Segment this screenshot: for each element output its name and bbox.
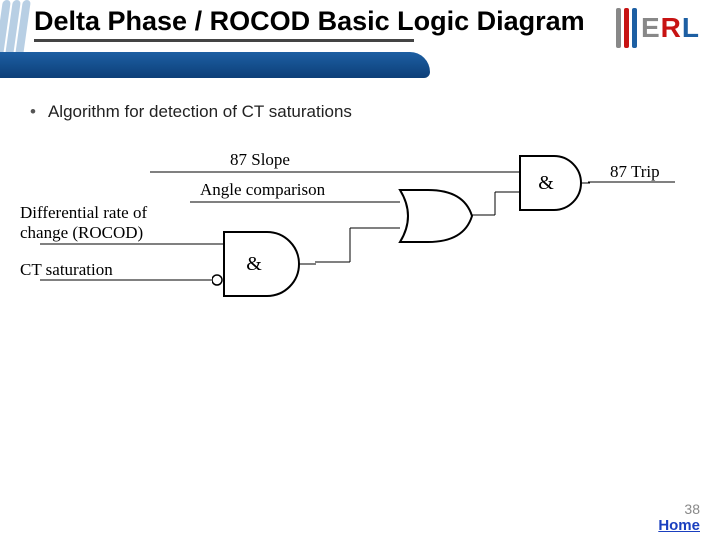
erl-logo: E R L [616,8,700,48]
title-underline [34,39,414,42]
page-number: 38 [658,501,700,517]
logo-bars-icon [616,8,637,48]
gate-and1-text: & [246,253,262,275]
gate-and2: & [518,154,598,214]
bullet-text: Algorithm for detection of CT saturation… [48,102,352,122]
signal-slope: 87 Slope [230,150,290,170]
signal-rocod-1: Differential rate of [20,203,147,223]
gate-or [398,188,478,244]
signal-ctsat: CT saturation [20,260,113,280]
logo-letter-r: R [661,12,682,44]
footer: 38 Home [658,501,700,534]
title-block: Delta Phase / ROCOD Basic Logic Diagram [34,6,590,42]
signal-angle: Angle comparison [200,180,325,200]
home-link[interactable]: Home [658,517,700,534]
signal-rocod-2: change (ROCOD) [20,223,143,243]
bullet-row: • Algorithm for detection of CT saturati… [30,102,352,122]
bullet-dot-icon: • [30,102,36,122]
logo-letter-l: L [682,12,700,44]
header-swoosh [0,52,430,78]
gate-and2-text: & [538,172,554,194]
logo-letter-e: E [641,12,661,44]
logic-diagram: 87 Slope Angle comparison Differential r… [40,150,680,350]
signal-trip: 87 Trip [610,162,660,182]
page-title: Delta Phase / ROCOD Basic Logic Diagram [34,6,590,37]
gate-and1: & [212,230,322,300]
